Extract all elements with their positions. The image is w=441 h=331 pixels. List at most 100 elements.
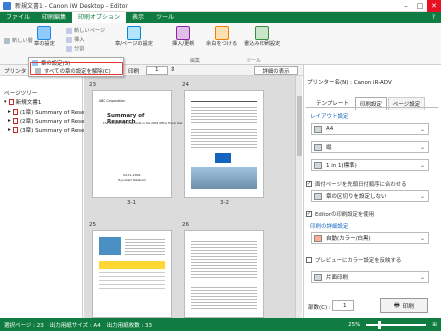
pages-per-sheet-select[interactable]: 1 in 1(標準) ⌄ — [311, 159, 429, 171]
text-block — [191, 239, 257, 279]
document-icon — [8, 99, 14, 105]
report-subtitle: The General Improvements in the 2009 Off… — [103, 121, 183, 125]
new-layer-icon — [4, 37, 10, 44]
orientation-icon — [314, 144, 322, 151]
page-thumbnail[interactable]: ABC Corporation Summary of Research The … — [92, 90, 183, 198]
page-number: 25 — [89, 222, 96, 228]
menu-print-edit[interactable]: 印刷編集 — [36, 12, 72, 23]
option-color-preview[interactable]: プレビューにカラー設定を反映する — [306, 256, 401, 264]
detail-section-title: 印刷の詳細設定 — [310, 224, 349, 230]
layout-section-title: レイアウト設定 — [310, 114, 349, 120]
page-label: 3-2 — [220, 200, 229, 206]
printer-name-label: プリンター名(N) : Canon iR-ADV — [307, 80, 392, 86]
page-thumbnail[interactable] — [184, 230, 264, 318]
chapter-settings-icon — [37, 26, 52, 40]
new-chapter-button[interactable]: 新しいページ — [66, 27, 105, 34]
tab-page-settings[interactable]: ページ設定 — [387, 97, 426, 110]
color-mode-select[interactable]: 自動(カラー/白黒) ⌄ — [311, 232, 429, 244]
chapter-icon — [12, 127, 18, 133]
printer-label: プリンタ — [4, 69, 27, 75]
zoom-slider-thumb[interactable] — [378, 320, 382, 329]
details-button[interactable]: 詳細の表示 — [254, 66, 298, 75]
menu-tools[interactable]: ツール — [150, 12, 180, 23]
collapse-icon[interactable]: ▾ — [4, 99, 7, 105]
orientation-select[interactable]: 縦 ⌄ — [311, 141, 429, 153]
paper-size-select[interactable]: A4 ⌄ — [311, 123, 429, 135]
page-settings-button[interactable]: 章/ページの設定 — [115, 26, 153, 47]
photo-image — [191, 167, 257, 189]
close-button[interactable]: ✕ — [427, 0, 441, 12]
chapter-break-select[interactable]: 章の区切りを設定しない ⌄ — [311, 190, 429, 202]
tree-item-chapter-1[interactable]: ▸ (1章) Summary of Rese — [8, 108, 85, 116]
split-button[interactable]: 分割 — [66, 45, 84, 52]
selected-page-status: 選択ページ : 23 — [4, 322, 44, 329]
app-icon — [3, 1, 11, 10]
page-assign-button[interactable]: 余白をつける — [206, 26, 237, 47]
menu-print-options[interactable]: 印刷オプション — [72, 12, 127, 23]
page-spinner-icon[interactable]: ⇕ — [170, 66, 175, 73]
menu-view[interactable]: 表示 — [126, 12, 150, 23]
option-editor-settings[interactable]: ✓ Editorの印刷設定を使用 — [306, 210, 374, 218]
layout-icon — [314, 162, 322, 169]
maximize-button[interactable]: □ — [413, 0, 427, 12]
tree-root[interactable]: ▾ 新規文書1 — [4, 98, 41, 106]
text-block — [125, 237, 165, 255]
zoom-slider[interactable] — [366, 320, 427, 329]
insert-button[interactable]: 挿入 — [66, 36, 84, 43]
duplex-select[interactable]: 片面印刷 ⌄ — [311, 271, 429, 283]
checkbox[interactable]: ✓ — [306, 181, 312, 187]
scrollbar-thumb[interactable] — [297, 96, 302, 156]
menu-file[interactable]: ファイル — [0, 12, 36, 23]
page-number: 24 — [182, 82, 189, 88]
text-block — [191, 285, 257, 311]
title-bar: 新規文書1 - Canon iW Desktop - Editor – □ ✕ — [0, 0, 441, 12]
company-text: ABC Corporation — [99, 99, 126, 103]
new-page-icon — [66, 27, 72, 34]
settings-tabs: テンプレート 印刷設定 ページ設定 — [312, 97, 426, 110]
expand-icon[interactable]: ▸ — [8, 127, 11, 133]
chapter-settings-button[interactable]: 章の設定 — [34, 26, 55, 47]
vertical-scrollbar[interactable] — [295, 76, 302, 318]
zoom-level: 25% — [348, 321, 361, 328]
page-number: 26 — [182, 222, 189, 228]
option-date-order[interactable]: ✓ 面付ページを先頭日付順序に合わせる — [306, 180, 407, 188]
chevron-down-icon: ⌄ — [419, 193, 425, 200]
page-thumbnail[interactable] — [92, 230, 172, 318]
copies-input[interactable]: 1 — [332, 300, 354, 311]
tab-print-settings[interactable]: 印刷設定 — [354, 97, 387, 110]
group-tools-label: ツール — [246, 58, 262, 64]
page-settings-icon — [126, 26, 141, 40]
tab-template[interactable]: テンプレート — [312, 97, 353, 110]
report-date: 04-11-2009 — [123, 173, 141, 177]
tabs-divider — [306, 107, 438, 108]
page-thumbnail[interactable] — [184, 90, 264, 198]
page-label: 3-1 — [127, 200, 136, 206]
expand-icon[interactable]: ▸ — [8, 109, 11, 115]
expand-icon[interactable]: ▸ — [8, 118, 11, 124]
page-view[interactable]: 23 ABC Corporation Summary of Research T… — [84, 76, 302, 318]
tree-item-chapter-2[interactable]: ▸ (2章) Summary of Rese — [8, 117, 85, 125]
new-layer-button[interactable]: 新しい層 — [4, 37, 33, 44]
printer-icon: 🖶 — [393, 302, 400, 309]
help-icon[interactable]: ? — [426, 12, 441, 23]
table-header — [99, 261, 165, 269]
fit-page-icon[interactable]: ⊞ — [432, 322, 437, 328]
copies-label: 部数(C) : — [308, 305, 331, 311]
insert-icon — [66, 36, 72, 43]
text-line — [191, 101, 257, 102]
paper-size-status: 出力用紙サイズ : A4 — [49, 322, 101, 329]
checkbox[interactable]: ✓ — [306, 211, 312, 217]
insert-page-button[interactable]: 挿入/更新 — [172, 26, 195, 47]
insert-page-icon — [176, 26, 191, 40]
split-icon — [66, 45, 72, 52]
table-body — [99, 269, 165, 289]
checkbox[interactable] — [306, 257, 312, 263]
minimize-button[interactable]: – — [399, 0, 413, 12]
color-icon — [314, 235, 322, 242]
page-number-input[interactable]: 1 — [146, 66, 168, 75]
print-settings-button[interactable]: 書込み印刷設定 — [244, 26, 280, 47]
chapter-icon — [12, 118, 18, 124]
tree-item-chapter-3[interactable]: ▸ (3章) Summary of Rese — [8, 126, 85, 134]
chevron-down-icon: ⌄ — [419, 162, 425, 169]
print-button[interactable]: 🖶 印刷 — [380, 298, 428, 313]
